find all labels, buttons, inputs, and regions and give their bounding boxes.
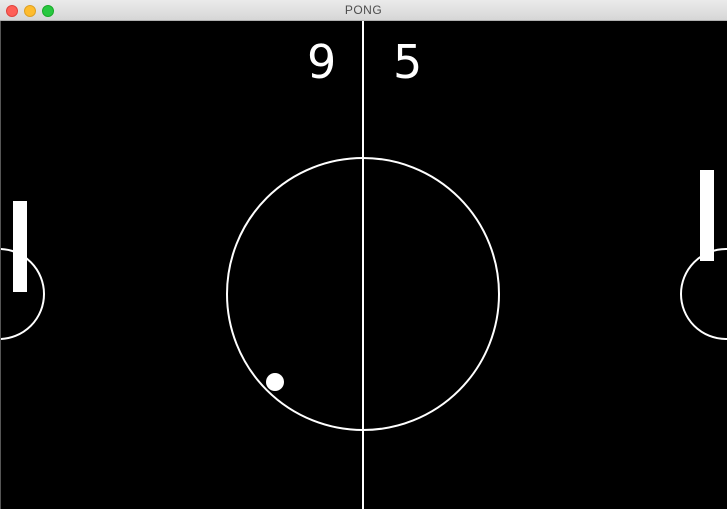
window-title: PONG [344,3,383,17]
right-score: 5 [393,35,423,89]
game-court: 9 5 [0,21,727,509]
pong-window: PONG 9 5 [0,0,727,509]
ball [266,373,284,391]
right-goal-arc [680,248,727,340]
left-paddle [13,201,27,292]
left-score: 9 [307,35,337,89]
court-graphics [1,21,727,509]
title-bar: PONG [0,0,727,21]
right-paddle [700,170,714,261]
